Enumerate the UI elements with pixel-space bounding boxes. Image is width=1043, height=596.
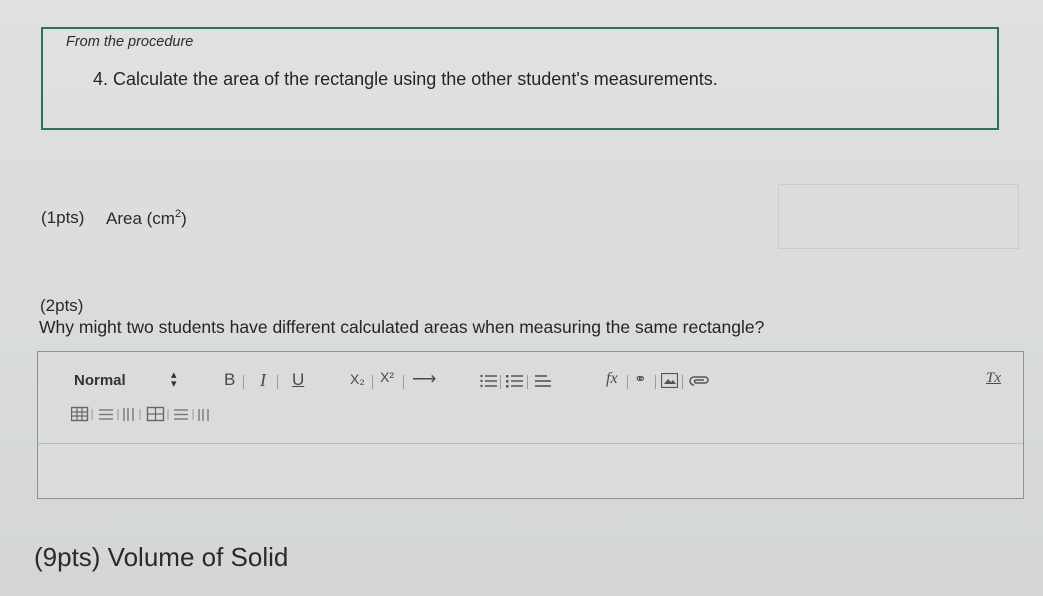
area-label: Area (cm2) <box>106 208 187 229</box>
toolbar-separator <box>500 375 501 389</box>
insert-row-above-icon <box>99 409 113 420</box>
toolbar-separator <box>243 375 244 389</box>
underline-button[interactable]: U <box>292 370 304 390</box>
procedure-question: 4. Calculate the area of the rectangle u… <box>93 69 718 89</box>
procedure-box: From the procedure 4. Calculate the area… <box>41 27 999 130</box>
delete-column-icon <box>198 409 209 421</box>
area-label-close: ) <box>181 209 187 228</box>
toolbar-separator <box>655 375 656 389</box>
arrow-button[interactable]: ⟶ <box>412 369 436 389</box>
q2-question: Why might two students have different ca… <box>39 317 765 337</box>
toolbar-separator <box>627 375 628 389</box>
select-arrows-icon: ▴ ▾ <box>171 369 177 390</box>
clear-format-button[interactable]: Tx <box>986 370 1001 387</box>
toolbar-separator <box>527 375 528 389</box>
ordered-list-icon[interactable] <box>480 374 497 388</box>
q1-points: (1pts) <box>41 208 85 227</box>
delete-table-icon <box>146 406 165 422</box>
q2-points: (2pts) <box>40 296 84 315</box>
link-icon[interactable]: ⚭ <box>634 370 647 388</box>
toolbar-separator <box>403 375 404 389</box>
bullet-list-icon[interactable] <box>506 374 523 388</box>
toolbar-separator <box>372 375 373 389</box>
image-icon[interactable] <box>661 373 678 388</box>
bold-button[interactable]: B <box>224 370 235 390</box>
attachment-icon[interactable] <box>689 373 711 389</box>
formula-button[interactable]: fx <box>606 370 618 388</box>
toolbar-separator <box>277 375 278 389</box>
align-icon[interactable] <box>535 373 551 389</box>
q3-heading: (9pts) Volume of Solid <box>34 542 289 572</box>
procedure-heading: From the procedure <box>66 34 194 50</box>
area-answer-input[interactable] <box>778 184 1019 249</box>
subscript-button[interactable]: X₂ <box>350 371 365 387</box>
answer-text-area[interactable] <box>38 444 1023 498</box>
toolbar-separator <box>682 375 683 389</box>
delete-row-icon <box>174 409 188 420</box>
insert-column-icon <box>123 408 134 421</box>
superscript-button[interactable]: X² <box>380 369 394 385</box>
table-tools-group <box>71 406 209 422</box>
italic-button[interactable]: I <box>260 370 266 391</box>
insert-table-icon <box>71 406 89 422</box>
area-label-text: Area (cm <box>106 209 175 228</box>
format-select[interactable]: Normal <box>74 372 126 389</box>
rich-text-editor: Normal ▴ ▾ B I U X₂ X² ⟶ fx ⚭ Tx <box>37 351 1024 499</box>
